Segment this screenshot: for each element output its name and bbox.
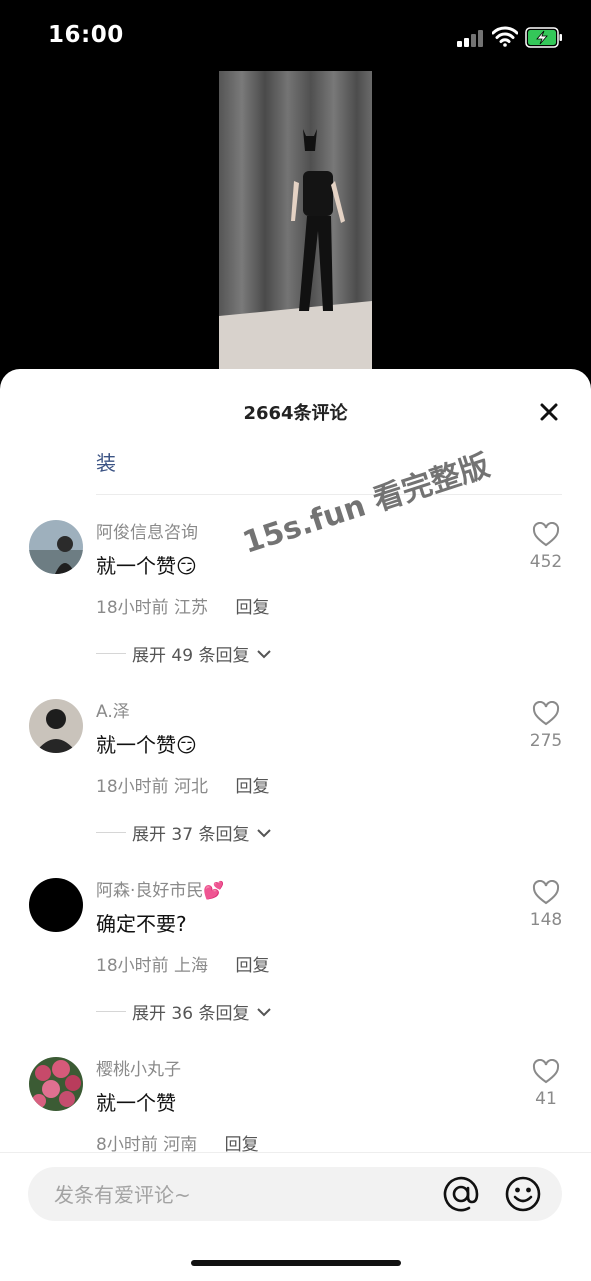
heart-icon [532, 880, 560, 905]
avatar[interactable] [29, 1057, 83, 1111]
smirk-emoji: 😏 [176, 554, 197, 578]
comment-text[interactable]: 确定不要? [96, 908, 187, 937]
video-preview[interactable] [219, 71, 372, 369]
comment-input-container [28, 1167, 562, 1223]
comment-time: 18小时前 [96, 777, 169, 797]
expand-replies-label: 展开 36 条回复 [132, 1004, 250, 1024]
signal-icon [457, 29, 485, 47]
divider-line [96, 832, 126, 833]
comment-item: A.泽 就一个赞😏 18小时前 河北 回复 展开 37 条回复 275 [0, 699, 591, 878]
reply-button[interactable]: 回复 [235, 956, 269, 976]
like-count: 452 [529, 552, 563, 572]
status-time: 16:00 [48, 22, 124, 48]
comment-text[interactable]: 就一个赞😏 [96, 729, 197, 758]
heart-icon [532, 1059, 560, 1084]
comment-meta: 18小时前 河北 回复 [96, 772, 269, 797]
home-indicator[interactable] [191, 1260, 401, 1266]
heart-icon [532, 701, 560, 726]
comment-location: 上海 [174, 956, 209, 976]
chevron-down-icon [257, 649, 272, 658]
like-button[interactable]: 452 [520, 522, 572, 572]
like-button[interactable]: 275 [520, 701, 572, 751]
comment-username[interactable]: 阿森·良好市民💕 [96, 876, 225, 901]
expand-replies-button[interactable]: 展开 49 条回复 [96, 641, 273, 666]
pinned-comment-text[interactable]: 装 [96, 447, 116, 476]
battery-charging-icon [525, 27, 562, 48]
comment-username[interactable]: A.泽 [96, 697, 130, 722]
expand-replies-button[interactable]: 展开 36 条回复 [96, 999, 273, 1024]
avatar[interactable] [29, 699, 83, 753]
comment-meta: 18小时前 江苏 回复 [96, 593, 269, 618]
close-icon[interactable] [534, 397, 564, 427]
comment-location: 河北 [174, 777, 209, 797]
chevron-down-icon [257, 828, 272, 837]
wifi-icon [492, 26, 518, 47]
comments-sheet: 2664条评论 装 阿俊信息咨询 就一个赞😏 18小时前 江苏 回复 展开 49… [0, 369, 591, 1280]
heart-icon [532, 522, 560, 547]
comment-time: 18小时前 [96, 956, 169, 976]
video-frame-image [219, 71, 372, 369]
reply-button[interactable]: 回复 [235, 598, 269, 618]
avatar[interactable] [29, 878, 83, 932]
comment-time: 18小时前 [96, 598, 169, 618]
comment-meta: 18小时前 上海 回复 [96, 951, 269, 976]
reply-button[interactable]: 回复 [235, 777, 269, 797]
divider-line [96, 1011, 126, 1012]
smirk-emoji: 😏 [176, 733, 197, 757]
avatar[interactable] [29, 520, 83, 574]
like-button[interactable]: 148 [520, 880, 572, 930]
like-count: 275 [529, 731, 563, 751]
like-button[interactable]: 41 [520, 1059, 572, 1109]
comment-item: 阿森·良好市民💕 确定不要? 18小时前 上海 回复 展开 36 条回复 148 [0, 878, 591, 1057]
chevron-down-icon [257, 1007, 272, 1016]
emoji-icon[interactable] [504, 1175, 542, 1213]
expand-replies-label: 展开 37 条回复 [132, 825, 250, 845]
status-bar: 16:00 [0, 0, 591, 72]
like-count: 148 [529, 910, 563, 930]
comment-username[interactable]: 樱桃小丸子 [96, 1055, 181, 1080]
comment-text[interactable]: 就一个赞 [96, 1087, 176, 1116]
at-icon[interactable] [442, 1175, 480, 1213]
like-count: 41 [535, 1089, 557, 1109]
comment-item: 阿俊信息咨询 就一个赞😏 18小时前 江苏 回复 展开 49 条回复 452 [0, 520, 591, 699]
comment-input[interactable] [52, 1167, 436, 1223]
comment-username[interactable]: 阿俊信息咨询 [96, 518, 198, 543]
divider [96, 494, 562, 495]
divider-line [96, 653, 126, 654]
expand-replies-button[interactable]: 展开 37 条回复 [96, 820, 273, 845]
comment-text[interactable]: 就一个赞😏 [96, 550, 197, 579]
comments-count-title: 2664条评论 [243, 403, 348, 424]
expand-replies-label: 展开 49 条回复 [132, 646, 250, 666]
comment-location: 江苏 [174, 598, 209, 618]
